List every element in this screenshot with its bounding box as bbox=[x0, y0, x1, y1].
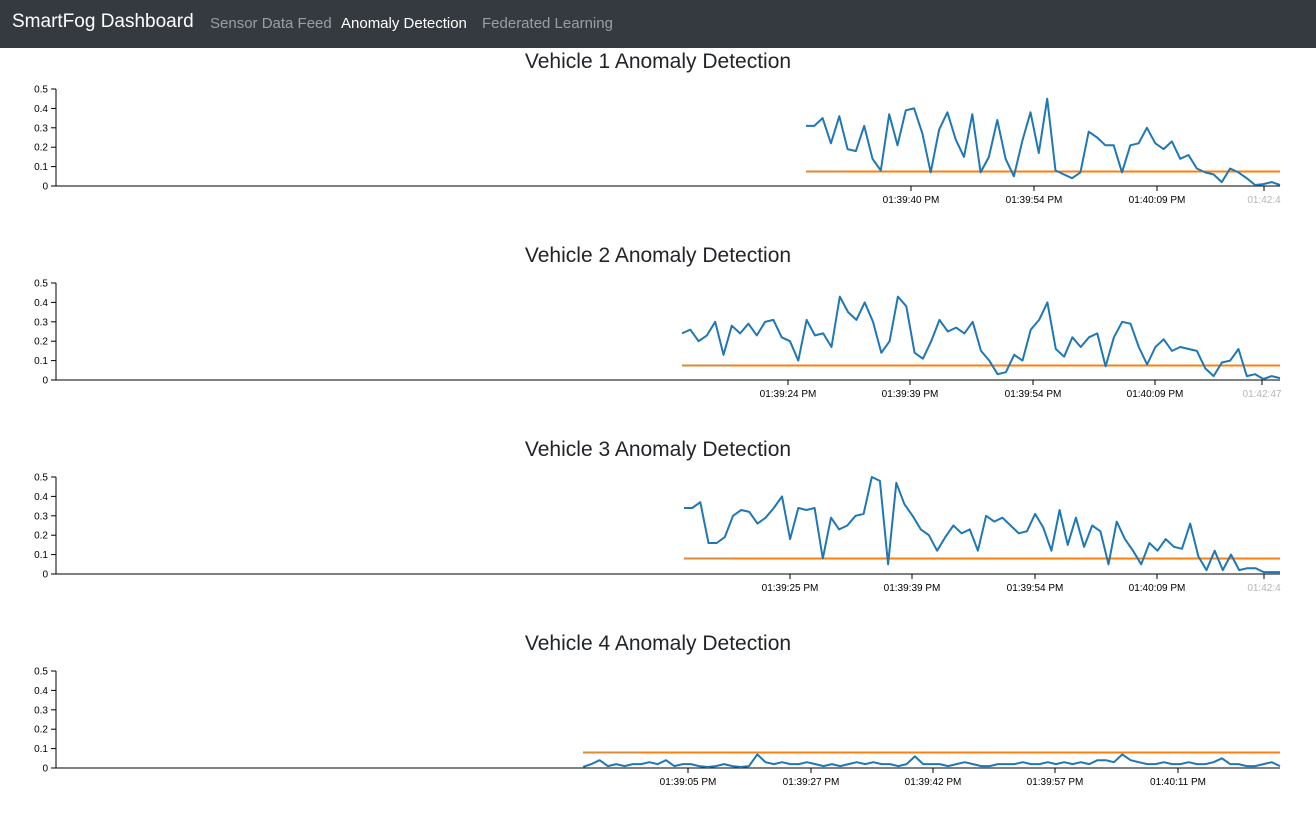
y-tick-label: 0.4 bbox=[34, 298, 48, 309]
x-tick-label: 01:39:25 PM bbox=[762, 583, 819, 594]
y-tick-label: 0.5 bbox=[34, 279, 48, 290]
x-tick-label: 01:39:27 PM bbox=[783, 777, 840, 788]
y-tick-label: 0 bbox=[42, 376, 48, 387]
x-tick-label: 01:39:54 PM bbox=[1006, 195, 1063, 206]
y-tick-label: 0.3 bbox=[34, 317, 48, 328]
x-tick-label: 01:39:40 PM bbox=[883, 195, 940, 206]
x-tick-label: 01:42:47 bbox=[1243, 389, 1282, 400]
y-tick-label: 0.3 bbox=[34, 123, 48, 134]
brand[interactable]: SmartFog Dashboard bbox=[12, 11, 194, 33]
x-tick-label: 01:40:09 PM bbox=[1129, 195, 1186, 206]
y-tick-label: 0.2 bbox=[34, 143, 48, 154]
y-tick-label: 0.4 bbox=[34, 492, 48, 503]
y-tick-label: 0 bbox=[42, 182, 48, 193]
vehicle-1-chart: Vehicle 1 Anomaly Detection 0 0.1 0.2 0.3 0.… bbox=[0, 48, 1316, 242]
vehicle-3-plot: 0 0.1 0.2 0.3 0.4 0.5 01:39:25 PM 01:39:39 PM 01… bbox=[34, 473, 1281, 595]
y-tick-label: 0.2 bbox=[34, 725, 48, 736]
y-tick-label: 0.3 bbox=[34, 705, 48, 716]
y-tick-label: 0.1 bbox=[34, 744, 48, 755]
anomaly-score-line bbox=[681, 295, 1281, 380]
vehicle-4-chart: Vehicle 4 Anomaly Detection 0 0.1 0.2 0.3 0.… bbox=[0, 630, 1316, 824]
x-tick-label: 01:39:39 PM bbox=[884, 583, 941, 594]
y-tick-label: 0.4 bbox=[34, 686, 48, 697]
nav-link-sensor-data-feed[interactable]: Sensor Data Feed bbox=[210, 15, 332, 32]
y-tick-label: 0.3 bbox=[34, 511, 48, 522]
x-tick-label: 01:39:57 PM bbox=[1027, 777, 1084, 788]
x-tick-label: 01:42:4 bbox=[1247, 195, 1281, 206]
x-tick-label: 01:40:09 PM bbox=[1129, 583, 1186, 594]
y-tick-label: 0 bbox=[42, 764, 48, 775]
x-tick-label: 01:39:05 PM bbox=[660, 777, 717, 788]
x-tick-label: 01:42:4 bbox=[1247, 583, 1281, 594]
y-tick-label: 0.1 bbox=[34, 162, 48, 173]
y-tick-label: 0.1 bbox=[34, 550, 48, 561]
x-tick-label: 01:39:39 PM bbox=[882, 389, 939, 400]
y-tick-label: 0.4 bbox=[34, 104, 48, 115]
vehicle-3-chart: Vehicle 3 Anomaly Detection 0 0.1 0.2 0.3 0.… bbox=[0, 436, 1316, 630]
x-tick-label: 01:39:54 PM bbox=[1005, 389, 1062, 400]
vehicle-2-plot: 0 0.1 0.2 0.3 0.4 0.5 01:39:24 PM 01:39:39 PM 01… bbox=[34, 279, 1282, 401]
navbar: SmartFog Dashboard Sensor Data Feed Anom… bbox=[0, 0, 1316, 48]
nav-link-federated-learning[interactable]: Federated Learning bbox=[482, 15, 613, 32]
x-tick-label: 01:40:11 PM bbox=[1150, 777, 1206, 788]
y-tick-label: 0.5 bbox=[34, 667, 48, 678]
x-tick-label: 01:39:54 PM bbox=[1007, 583, 1064, 594]
y-tick-label: 0 bbox=[42, 570, 48, 581]
vehicle-1-plot: 0 0.1 0.2 0.3 0.4 0.5 01:39:40 PM 01:39:54 PM 01… bbox=[34, 85, 1281, 207]
x-tick-label: 01:39:42 PM bbox=[905, 777, 962, 788]
y-tick-label: 0.5 bbox=[34, 473, 48, 484]
nav-link-anomaly-detection[interactable]: Anomaly Detection bbox=[341, 15, 467, 32]
y-tick-label: 0.1 bbox=[34, 356, 48, 367]
y-tick-label: 0.5 bbox=[34, 85, 48, 96]
vehicle-2-chart: Vehicle 2 Anomaly Detection 0 0.1 0.2 0.3 0.… bbox=[0, 242, 1316, 436]
anomaly-score-line bbox=[582, 753, 1281, 768]
y-tick-label: 0.2 bbox=[34, 531, 48, 542]
y-tick-label: 0.2 bbox=[34, 337, 48, 348]
x-tick-label: 01:39:24 PM bbox=[760, 389, 817, 400]
vehicle-4-plot: 0 0.1 0.2 0.3 0.4 0.5 01:39:05 PM 01:39:27 PM 01… bbox=[34, 667, 1281, 788]
x-tick-label: 01:40:09 PM bbox=[1127, 389, 1184, 400]
